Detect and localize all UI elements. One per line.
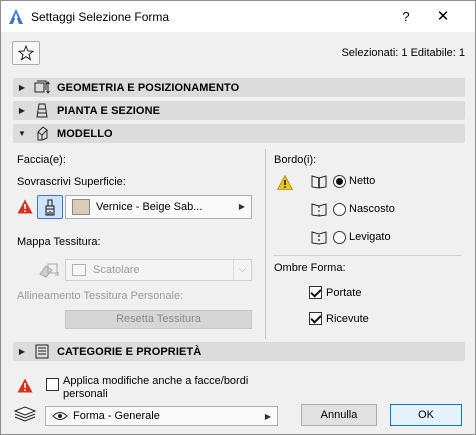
settings-dialog: Settaggi Selezione Forma ? ✕ Selezionati…: [0, 0, 476, 435]
box-projection-icon: [72, 264, 86, 276]
apply-to-custom-option[interactable]: Applica modifiche anche a facce/bordi pe…: [46, 375, 248, 401]
categories-icon: [31, 343, 53, 360]
section-model[interactable]: ▼ MODELLO: [13, 124, 465, 143]
cast-shadows-label: Portate: [326, 286, 362, 299]
warning-yellow-icon: [277, 175, 293, 190]
column-divider: [265, 149, 266, 339]
cast-shadows-option[interactable]: Portate: [309, 286, 361, 299]
edge-option-sharp[interactable]: Netto: [309, 172, 375, 190]
faces-label: Faccia(e):: [17, 154, 66, 166]
section-geometry[interactable]: ▶ GEOMETRIA E POSIZIONAMENTO: [13, 78, 465, 97]
layer-value: Forma - Generale: [73, 410, 160, 422]
apply-to-custom-label: Applica modifiche anche a facce/bordi pe…: [63, 375, 248, 401]
chevron-down-icon: ⌵: [233, 260, 251, 280]
help-button[interactable]: ?: [396, 7, 416, 27]
sharp-edge-icon: [309, 172, 329, 190]
override-surface-toggle[interactable]: [37, 195, 63, 219]
section-plan-section[interactable]: ▶ PIANTA E SEZIONE: [13, 101, 465, 120]
favorites-button[interactable]: [12, 41, 40, 65]
surface-value: Vernice - Beige Sab...: [96, 201, 203, 213]
texture-map-value: Scatolare: [93, 264, 140, 276]
radio-sharp[interactable]: [333, 174, 346, 188]
texture-map-label: Mappa Tessitura:: [17, 236, 101, 248]
close-button[interactable]: ✕: [433, 7, 453, 27]
receive-shadows-option[interactable]: Ricevute: [309, 312, 369, 325]
window-title: Settaggi Selezione Forma: [31, 10, 170, 24]
section-categories[interactable]: ▶ CATEGORIE E PROPRIETÀ: [13, 342, 465, 361]
edge-hidden-label: Nascosto: [349, 203, 395, 215]
apply-line1: Applica modifiche anche a facce/bordi: [63, 375, 249, 387]
radio-smooth[interactable]: [333, 230, 346, 244]
edges-label: Bordo(i):: [274, 154, 317, 166]
reset-texture-button[interactable]: Resetta Tessitura: [65, 310, 252, 329]
surface-dropdown[interactable]: Vernice - Beige Sab... ▶: [65, 195, 252, 219]
custom-alignment-label: Allineamento Tessitura Personale:: [17, 290, 184, 302]
texture-map-icon: [39, 263, 59, 278]
paint-brush-icon: [45, 199, 55, 215]
plan-section-icon: [31, 102, 53, 119]
section-title: MODELLO: [57, 127, 113, 140]
caret-right-icon: ▶: [264, 412, 271, 421]
texture-map-dropdown[interactable]: Scatolare ⌵: [65, 259, 252, 281]
receive-shadows-checkbox[interactable]: [309, 312, 322, 325]
hidden-edge-icon: [309, 200, 329, 218]
warning-red-icon: [17, 378, 33, 393]
edge-sharp-label: Netto: [349, 175, 376, 187]
star-icon: [18, 45, 34, 61]
section-title: GEOMETRIA E POSIZIONAMENTO: [57, 81, 240, 94]
geometry-icon: [31, 79, 53, 96]
expand-arrow-icon: ▶: [18, 106, 26, 115]
edge-option-smooth[interactable]: Levigato: [309, 228, 391, 246]
eye-icon: [52, 412, 68, 420]
receive-shadows-label: Ricevute: [326, 312, 369, 325]
override-surface-label: Sovrascrivi Superficie:: [17, 176, 126, 188]
model-icon: [31, 125, 53, 142]
ok-button[interactable]: OK: [390, 404, 462, 426]
smooth-edge-icon: [309, 228, 329, 246]
cancel-button[interactable]: Annulla: [301, 404, 377, 426]
edge-smooth-label: Levigato: [349, 231, 391, 243]
expand-arrow-icon: ▶: [18, 347, 26, 356]
title-bar: Settaggi Selezione Forma ? ✕: [1, 1, 475, 32]
apply-to-custom-checkbox[interactable]: [46, 378, 59, 391]
warning-red-icon: [17, 199, 33, 214]
shadows-label: Ombre Forma:: [274, 262, 346, 274]
right-divider: [273, 255, 461, 256]
expand-arrow-icon: ▶: [18, 83, 26, 92]
collapse-arrow-icon: ▼: [18, 129, 26, 138]
cast-shadows-checkbox[interactable]: [309, 286, 322, 299]
layer-dropdown[interactable]: Forma - Generale ▶: [45, 406, 278, 426]
archicad-app-icon: [9, 9, 23, 24]
surface-color-swatch: [72, 199, 90, 215]
radio-hidden[interactable]: [333, 202, 346, 216]
edge-option-hidden[interactable]: Nascosto: [309, 200, 395, 218]
layers-icon: [13, 406, 37, 422]
selection-info: Selezionati: 1 Editabile: 1: [341, 47, 465, 59]
apply-line2: personali: [63, 388, 108, 400]
caret-right-icon: ▶: [238, 202, 245, 211]
section-title: CATEGORIE E PROPRIETÀ: [57, 345, 202, 358]
section-title: PIANTA E SEZIONE: [57, 104, 161, 117]
